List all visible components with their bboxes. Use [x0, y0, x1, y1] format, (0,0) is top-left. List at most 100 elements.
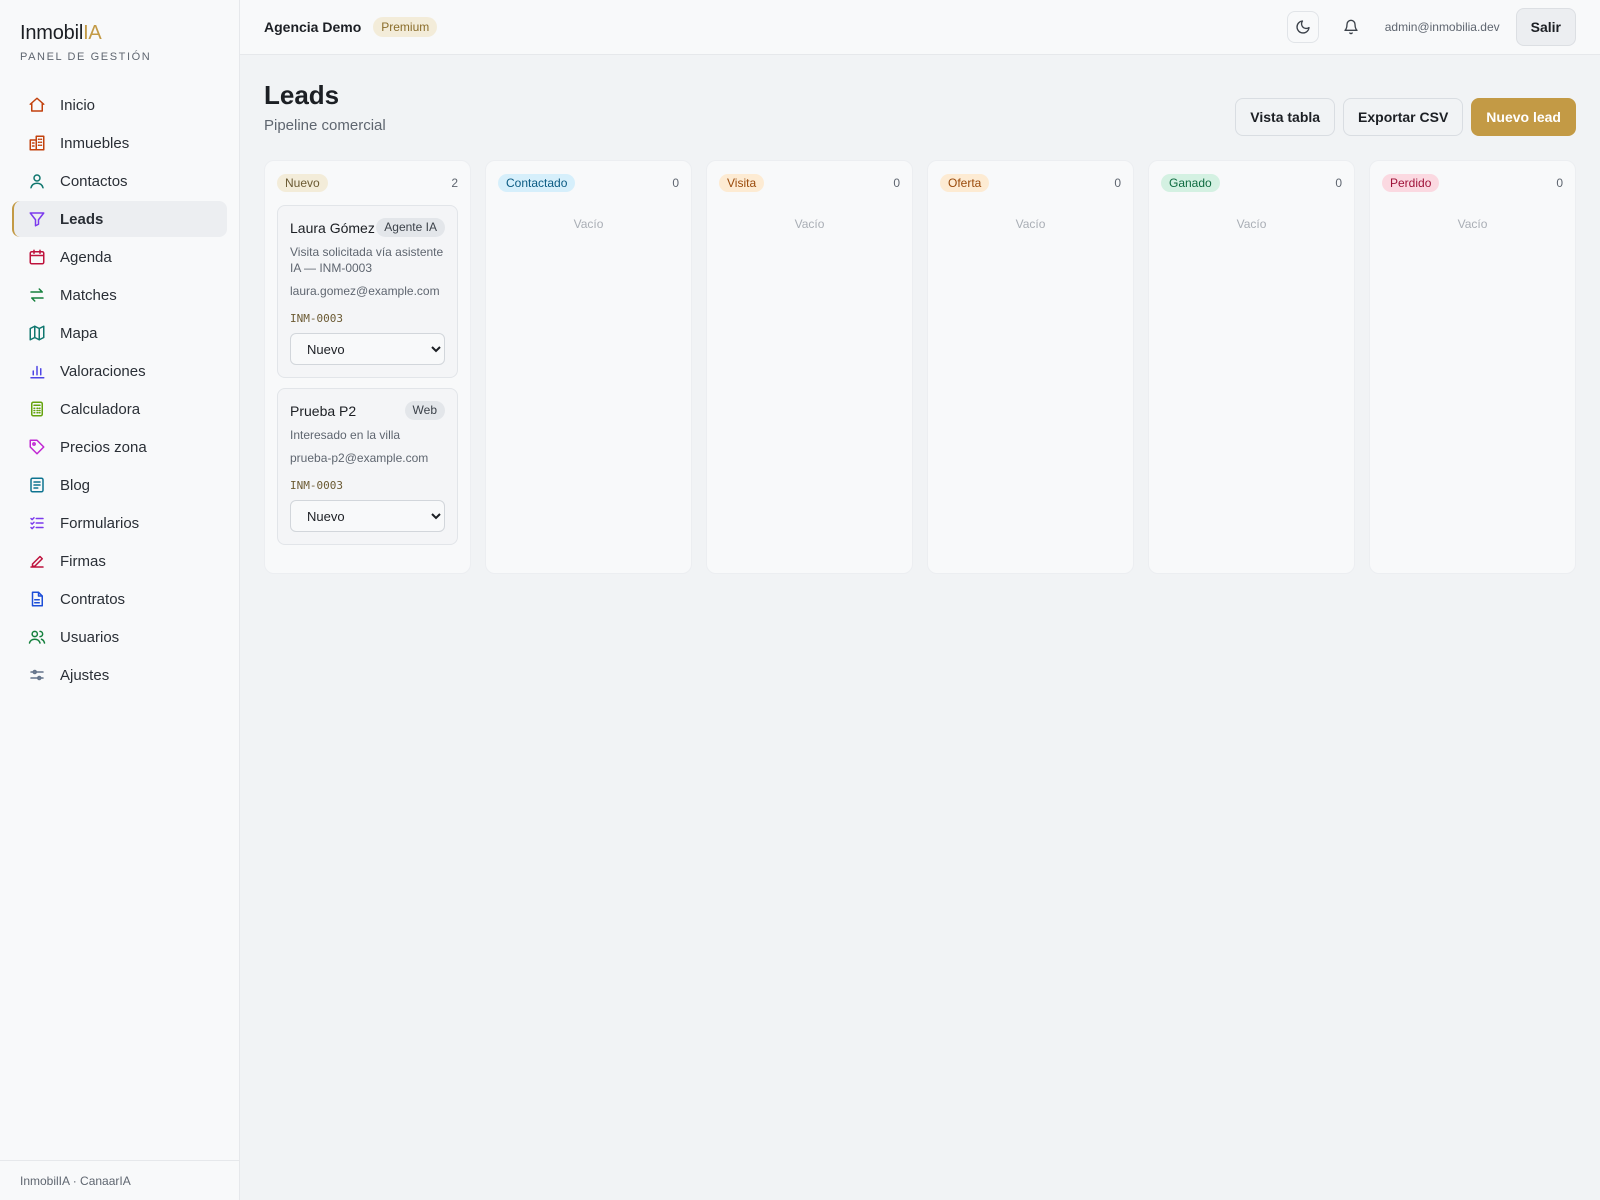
sidebar-item-label: Valoraciones [60, 362, 146, 380]
arrows-icon [30, 288, 44, 302]
page-subtitle: Pipeline comercial [264, 117, 386, 134]
user-icon [30, 174, 44, 189]
sidebar-item-label: Precios zona [60, 438, 147, 456]
bell-icon [1344, 19, 1358, 35]
sidebar-item-contactos[interactable]: Contactos [12, 163, 227, 199]
sidebar-item-contratos[interactable]: Contratos [12, 581, 227, 617]
lead-property-ref: INM-0003 [290, 479, 343, 492]
logout-button[interactable]: Salir [1515, 8, 1576, 46]
stage-badge: Perdido [1382, 174, 1440, 192]
sidebar-nav: Inicio Inmuebles Contactos Leads Agenda Match… [0, 87, 239, 693]
sidebar-item-mapa[interactable]: Mapa [12, 315, 227, 351]
table-view-button[interactable]: Vista tabla [1235, 98, 1336, 136]
plan-badge: Premium [373, 17, 438, 37]
column-count: 2 [451, 176, 458, 190]
home-icon [29, 97, 45, 112]
column-count: 0 [1556, 176, 1563, 190]
users-icon [28, 630, 46, 644]
stage-badge: Oferta [940, 174, 990, 192]
column-header: Visita 0 [719, 173, 900, 193]
stage-badge: Contactado [498, 174, 576, 192]
article-icon [30, 477, 44, 493]
column-header: Contactado 0 [498, 173, 679, 193]
page-title: Leads [264, 80, 340, 110]
pipeline-column-oferta: Oferta 0 Vacío [927, 160, 1134, 574]
sidebar-item-label: Calculadora [60, 400, 141, 418]
sidebar-item-blog[interactable]: Blog [12, 467, 227, 503]
column-header: Ganado 0 [1161, 173, 1342, 193]
lead-card[interactable]: Prueba P2 Web Interesado en la villa prueba… [277, 388, 458, 545]
export-csv-button[interactable]: Exportar CSV [1343, 98, 1464, 136]
sidebar-item-usuarios[interactable]: Usuarios [12, 619, 227, 655]
stage-badge: Ganado [1161, 174, 1220, 192]
sidebar: InmobilIA PANEL DE GESTIÓN Inicio Inmuebl… [0, 0, 240, 1200]
sliders-icon [30, 669, 44, 681]
lead-name: Prueba P2 [290, 403, 357, 419]
sidebar-item-agenda[interactable]: Agenda [12, 239, 227, 275]
lead-card-header: Prueba P2 Web [290, 401, 445, 421]
lead-source-badge: Web [404, 401, 445, 420]
sidebar-item-precios-zona[interactable]: Precios zona [12, 429, 227, 465]
column-count: 0 [1114, 176, 1121, 190]
pipeline-column-contactado: Contactado 0 Vacío [485, 160, 692, 574]
new-lead-button[interactable]: Nuevo lead [1471, 98, 1576, 136]
pipeline-column-perdido: Perdido 0 Vacío [1369, 160, 1576, 574]
column-header: Oferta 0 [940, 173, 1121, 193]
sidebar-item-formularios[interactable]: Formularios [12, 505, 227, 541]
lead-name: Laura Gómez [290, 220, 375, 236]
sidebar-item-label: Blog [60, 476, 91, 494]
column-header: Perdido 0 [1382, 173, 1563, 193]
sidebar-item-leads[interactable]: Leads [12, 201, 227, 237]
stage-badge: Nuevo [277, 174, 328, 192]
lead-card[interactable]: Laura Gómez Agente IA Visita solicitada ví… [277, 205, 458, 378]
sidebar-item-matches[interactable]: Matches [12, 277, 227, 313]
notifications-button[interactable] [1334, 11, 1367, 43]
brand-name-main: Inmobil [20, 22, 84, 44]
lead-stage-select[interactable]: NuevoContactadoVisitaOfertaGanadoPerdido [290, 500, 445, 532]
sidebar-item-inmuebles[interactable]: Inmuebles [12, 125, 227, 161]
lead-note: Visita solicitada vía asistente IA — INM… [290, 245, 444, 275]
brand-logo[interactable]: InmobilIA [20, 22, 219, 45]
sidebar-item-label: Inmuebles [60, 134, 130, 152]
column-empty-label: Vacío [573, 217, 604, 231]
lead-card-header: Laura Gómez Agente IA [290, 218, 445, 238]
column-empty-label: Vacío [794, 217, 825, 231]
lead-stage-select[interactable]: NuevoContactadoVisitaOfertaGanadoPerdido [290, 333, 445, 365]
pipeline-column-nuevo: Nuevo 2 Laura Gómez Agente IA Visita solicit… [264, 160, 471, 574]
stage-badge: Visita [719, 174, 765, 192]
calculator-icon [31, 401, 43, 417]
lead-source-badge: Agente IA [376, 218, 445, 237]
sidebar-item-ajustes[interactable]: Ajustes [12, 657, 227, 693]
building-icon [29, 135, 45, 151]
sidebar-item-label: Mapa [60, 324, 98, 342]
pen-icon [30, 555, 44, 568]
sidebar-item-label: Leads [60, 210, 104, 228]
lead-email: prueba-p2@example.com [290, 451, 429, 465]
brand: InmobilIA PANEL DE GESTIÓN [0, 0, 239, 63]
sidebar-item-label: Contactos [60, 172, 128, 190]
brand-subtitle: PANEL DE GESTIÓN [20, 51, 152, 63]
column-count: 0 [672, 176, 679, 190]
sidebar-item-calculadora[interactable]: Calculadora [12, 391, 227, 427]
lead-note: Interesado en la villa [290, 428, 401, 442]
page-header: Leads Pipeline comercial Vista tabla Exp… [264, 80, 1576, 136]
agency-name: Agencia Demo [264, 19, 362, 35]
column-empty-label: Vacío [1236, 217, 1267, 231]
pipeline-board: Nuevo 2 Laura Gómez Agente IA Visita solicit… [264, 160, 1576, 574]
topbar-actions: admin@inmobilia.dev Salir [1286, 8, 1576, 46]
sidebar-item-valoraciones[interactable]: Valoraciones [12, 353, 227, 389]
sidebar-item-label: Matches [60, 286, 117, 304]
map-icon [29, 325, 45, 341]
theme-toggle-button[interactable] [1286, 11, 1319, 43]
sidebar-item-firmas[interactable]: Firmas [12, 543, 227, 579]
sidebar-item-label: Agenda [60, 248, 112, 266]
pipeline-column-visita: Visita 0 Vacío [706, 160, 913, 574]
sidebar-item-inicio[interactable]: Inicio [12, 87, 227, 123]
funnel-icon [29, 212, 45, 227]
brand-name-accent: IA [83, 22, 102, 44]
bar-chart-icon [30, 365, 45, 379]
sidebar-item-label: Usuarios [60, 628, 120, 646]
column-header: Nuevo 2 [277, 173, 458, 193]
column-count: 0 [1335, 176, 1342, 190]
user-email: admin@inmobilia.dev [1384, 20, 1500, 34]
